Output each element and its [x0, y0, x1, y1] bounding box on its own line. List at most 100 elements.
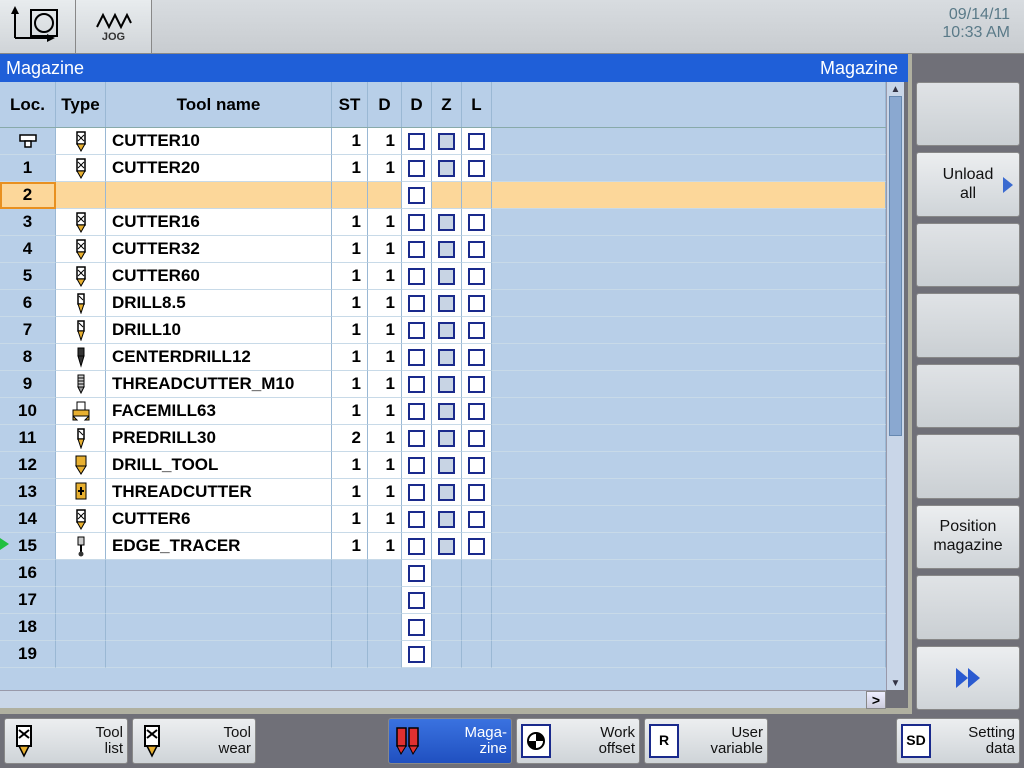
cell-d: [368, 560, 402, 587]
table-row[interactable]: 13THREADCUTTER11: [0, 479, 886, 506]
cell-z-check[interactable]: [432, 263, 462, 290]
softkey-tool-list[interactable]: Toollist: [4, 718, 128, 764]
softkey-magazine[interactable]: Maga-zine: [388, 718, 512, 764]
table-row[interactable]: 5CUTTER6011: [0, 263, 886, 290]
table-row[interactable]: 12DRILL_TOOL11: [0, 452, 886, 479]
table-row[interactable]: 9THREADCUTTER_M1011: [0, 371, 886, 398]
softkey-setting-data[interactable]: SD Settingdata: [896, 718, 1020, 764]
cell-l-check[interactable]: [462, 533, 492, 560]
softkey-unload-all[interactable]: Unloadall: [916, 152, 1020, 216]
cell-z-check[interactable]: [432, 182, 462, 209]
cell-d-check[interactable]: [402, 182, 432, 209]
table-row[interactable]: 17: [0, 587, 886, 614]
table-row[interactable]: 14CUTTER611: [0, 506, 886, 533]
cell-l-check[interactable]: [462, 641, 492, 668]
cell-d-check[interactable]: [402, 317, 432, 344]
softkey-work-offset[interactable]: Workoffset: [516, 718, 640, 764]
cell-z-check[interactable]: [432, 398, 462, 425]
cell-d-check[interactable]: [402, 641, 432, 668]
cell-d-check[interactable]: [402, 587, 432, 614]
table-row[interactable]: 6DRILL8.511: [0, 290, 886, 317]
cell-z-check[interactable]: [432, 479, 462, 506]
cell-d-check[interactable]: [402, 263, 432, 290]
cell-l-check[interactable]: [462, 614, 492, 641]
table-row[interactable]: 19: [0, 641, 886, 668]
cell-d: [368, 641, 402, 668]
cell-d-check[interactable]: [402, 209, 432, 236]
vertical-scrollbar[interactable]: ▲ ▼: [886, 82, 904, 690]
cell-d-check[interactable]: [402, 533, 432, 560]
cell-type: [56, 533, 106, 560]
softkey-position-magazine[interactable]: Positionmagazine: [916, 505, 1020, 569]
cell-l-check[interactable]: [462, 290, 492, 317]
cell-l-check[interactable]: [462, 452, 492, 479]
cell-l-check[interactable]: [462, 155, 492, 182]
table-row[interactable]: 1CUTTER2011: [0, 155, 886, 182]
cell-d-check[interactable]: [402, 560, 432, 587]
scroll-right-button[interactable]: >: [866, 691, 886, 709]
table-row[interactable]: CUTTER1011: [0, 128, 886, 155]
cell-d-check[interactable]: [402, 344, 432, 371]
cell-d-check[interactable]: [402, 155, 432, 182]
cell-z-check[interactable]: [432, 344, 462, 371]
cell-z-check[interactable]: [432, 506, 462, 533]
table-row[interactable]: 3CUTTER1611: [0, 209, 886, 236]
scroll-down-icon[interactable]: ▼: [887, 676, 904, 690]
table-row[interactable]: 18: [0, 614, 886, 641]
softkey-tool-wear[interactable]: Toolwear: [132, 718, 256, 764]
cell-z-check[interactable]: [432, 560, 462, 587]
scrollbar-thumb[interactable]: [889, 96, 902, 436]
cell-l-check[interactable]: [462, 344, 492, 371]
cell-d-check[interactable]: [402, 128, 432, 155]
cell-d-check[interactable]: [402, 236, 432, 263]
table-row[interactable]: 16: [0, 560, 886, 587]
softkey-user-variable[interactable]: R Uservariable: [644, 718, 768, 764]
cell-d-check[interactable]: [402, 398, 432, 425]
cell-d-check[interactable]: [402, 425, 432, 452]
table-row[interactable]: 4CUTTER3211: [0, 236, 886, 263]
cell-l-check[interactable]: [462, 425, 492, 452]
table-row[interactable]: 7DRILL1011: [0, 317, 886, 344]
cell-d-check[interactable]: [402, 290, 432, 317]
cell-z-check[interactable]: [432, 587, 462, 614]
cell-z-check[interactable]: [432, 641, 462, 668]
cell-z-check[interactable]: [432, 614, 462, 641]
cell-z-check[interactable]: [432, 452, 462, 479]
cell-z-check[interactable]: [432, 236, 462, 263]
cell-l-check[interactable]: [462, 560, 492, 587]
table-row[interactable]: 15EDGE_TRACER11: [0, 533, 886, 560]
cell-l-check[interactable]: [462, 128, 492, 155]
cell-z-check[interactable]: [432, 155, 462, 182]
table-row[interactable]: 2: [0, 182, 886, 209]
horizontal-scrollbar[interactable]: >: [0, 690, 886, 708]
cell-l-check[interactable]: [462, 371, 492, 398]
cell-l-check[interactable]: [462, 236, 492, 263]
cell-l-check[interactable]: [462, 506, 492, 533]
cell-z-check[interactable]: [432, 425, 462, 452]
cell-d-check[interactable]: [402, 452, 432, 479]
cell-d-check[interactable]: [402, 614, 432, 641]
softkey-next[interactable]: [916, 646, 1020, 710]
cell-z-check[interactable]: [432, 209, 462, 236]
table-row[interactable]: 8CENTERDRILL1211: [0, 344, 886, 371]
cell-l-check[interactable]: [462, 263, 492, 290]
cell-d-check[interactable]: [402, 371, 432, 398]
cell-z-check[interactable]: [432, 128, 462, 155]
cell-l-check[interactable]: [462, 209, 492, 236]
scroll-up-icon[interactable]: ▲: [887, 82, 904, 96]
cell-l-check[interactable]: [462, 479, 492, 506]
cell-d-check[interactable]: [402, 506, 432, 533]
cell-z-check[interactable]: [432, 371, 462, 398]
cell-st: 1: [332, 452, 368, 479]
table-row[interactable]: 10FACEMILL6311: [0, 398, 886, 425]
cell-z-check[interactable]: [432, 533, 462, 560]
cell-l-check[interactable]: [462, 587, 492, 614]
table-row[interactable]: 11PREDRILL3021: [0, 425, 886, 452]
cell-loc: [0, 128, 56, 155]
cell-z-check[interactable]: [432, 317, 462, 344]
cell-d-check[interactable]: [402, 479, 432, 506]
cell-z-check[interactable]: [432, 290, 462, 317]
cell-l-check[interactable]: [462, 317, 492, 344]
cell-l-check[interactable]: [462, 398, 492, 425]
cell-l-check[interactable]: [462, 182, 492, 209]
